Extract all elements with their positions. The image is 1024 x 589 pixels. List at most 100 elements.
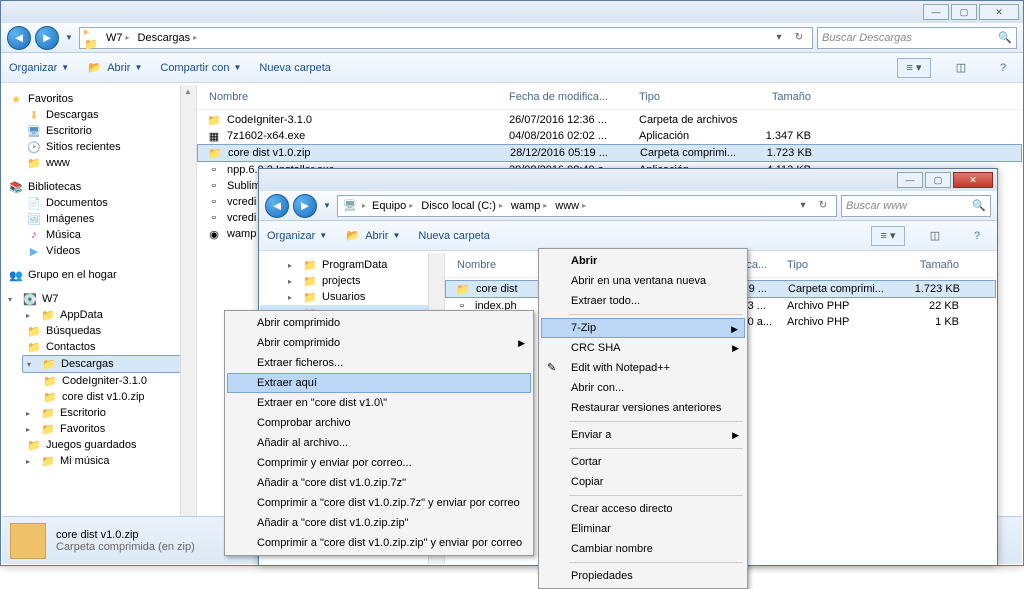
maximize-button[interactable]: ▢ bbox=[951, 4, 977, 20]
open-button[interactable]: 📂Abrir ▼ bbox=[87, 61, 142, 75]
menu-item[interactable]: Extraer todo... bbox=[541, 291, 745, 311]
sidebar-homegroup[interactable]: 👥Grupo en el hogar bbox=[2, 267, 196, 283]
menu-item[interactable]: Abrir bbox=[541, 251, 745, 271]
nav-history-dropdown[interactable]: ▼ bbox=[321, 194, 333, 218]
close-button[interactable]: ✕ bbox=[979, 4, 1019, 20]
col-size[interactable]: Tamaño bbox=[903, 257, 963, 273]
nav-back-button[interactable]: ◄ bbox=[7, 26, 31, 50]
menu-item[interactable]: Comprimir a "core dist v1.0.zip.7z" y en… bbox=[227, 493, 531, 513]
menu-item[interactable]: Añadir al archivo... bbox=[227, 433, 531, 453]
breadcrumb[interactable]: Disco local (C:)▸ bbox=[419, 200, 505, 212]
menu-item[interactable]: Comprobar archivo bbox=[227, 413, 531, 433]
breadcrumb[interactable]: Descargas▸ bbox=[136, 32, 200, 44]
col-date[interactable]: Fecha de modifica... bbox=[505, 89, 635, 105]
menu-item[interactable]: Extraer aquí bbox=[227, 373, 531, 393]
minimize-button[interactable]: — bbox=[897, 172, 923, 188]
sidebar-item[interactable]: 📁CodeIgniter-3.1.0 bbox=[2, 373, 196, 389]
scrollbar[interactable] bbox=[180, 85, 196, 540]
refresh-button[interactable]: ↻ bbox=[790, 29, 808, 47]
sidebar-item-descargas[interactable]: ▾📁Descargas bbox=[22, 355, 192, 373]
refresh-button[interactable]: ↻ bbox=[814, 197, 832, 215]
menu-item[interactable]: Añadir a "core dist v1.0.zip.zip" bbox=[227, 513, 531, 533]
view-button[interactable]: ≡ ▾ bbox=[871, 226, 905, 246]
organize-button[interactable]: Organizar ▼ bbox=[267, 230, 327, 242]
sidebar-item[interactable]: ▸📁Favoritos bbox=[2, 421, 196, 437]
menu-item[interactable]: Extraer en "core dist v1.0\" bbox=[227, 393, 531, 413]
menu-item[interactable]: Eliminar bbox=[541, 519, 745, 539]
sidebar-favorites[interactable]: ★Favoritos bbox=[2, 91, 196, 107]
address-bar[interactable]: 🖥▸ Equipo▸ Disco local (C:)▸ wamp▸ www▸ … bbox=[337, 195, 837, 217]
menu-item[interactable]: Abrir comprimido bbox=[227, 313, 531, 333]
menu-item[interactable]: Restaurar versiones anteriores bbox=[541, 398, 745, 418]
share-button[interactable]: Compartir con ▼ bbox=[160, 62, 241, 74]
close-button[interactable]: ✕ bbox=[953, 172, 993, 188]
sidebar-item[interactable]: 📁core dist v1.0.zip bbox=[2, 389, 196, 405]
sidebar-item[interactable]: ▸📁Mi música bbox=[2, 453, 196, 469]
menu-item[interactable]: Enviar a▶ bbox=[541, 425, 745, 445]
new-folder-button[interactable]: Nueva carpeta bbox=[418, 230, 490, 242]
address-bar[interactable]: ▸📁 W7▸ Descargas▸ ▾ ↻ bbox=[79, 27, 813, 49]
sidebar-item[interactable]: 🕑Sitios recientes bbox=[2, 139, 196, 155]
menu-item[interactable]: Añadir a "core dist v1.0.zip.7z" bbox=[227, 473, 531, 493]
sidebar-item[interactable]: ▶Vídeos bbox=[2, 243, 196, 259]
address-dropdown[interactable]: ▾ bbox=[794, 197, 812, 215]
nav-back-button[interactable]: ◄ bbox=[265, 194, 289, 218]
sidebar-item[interactable]: ♪Música bbox=[2, 227, 196, 243]
nav-history-dropdown[interactable]: ▼ bbox=[63, 26, 75, 50]
menu-item[interactable]: Propiedades bbox=[541, 566, 745, 586]
breadcrumb[interactable]: Equipo▸ bbox=[370, 200, 415, 212]
menu-item[interactable]: Cambiar nombre bbox=[541, 539, 745, 559]
menu-item[interactable]: Abrir en una ventana nueva bbox=[541, 271, 745, 291]
maximize-button[interactable]: ▢ bbox=[925, 172, 951, 188]
sidebar-drive[interactable]: ▾💽W7 bbox=[2, 291, 196, 307]
tree-item[interactable]: ▸📁Usuarios bbox=[260, 289, 444, 305]
menu-item[interactable]: Extraer ficheros... bbox=[227, 353, 531, 373]
help-button[interactable]: ? bbox=[991, 58, 1015, 78]
sidebar-item[interactable]: 📄Documentos bbox=[2, 195, 196, 211]
col-size[interactable]: Tamaño bbox=[745, 89, 815, 105]
search-input[interactable]: Buscar www 🔍 bbox=[841, 195, 991, 217]
file-row[interactable]: 📁 core dist v1.0.zip 28/12/2016 05:19 ..… bbox=[197, 144, 1022, 162]
menu-item[interactable]: Crear acceso directo bbox=[541, 499, 745, 519]
help-button[interactable]: ? bbox=[965, 226, 989, 246]
sidebar-item[interactable]: 🖼Imágenes bbox=[2, 211, 196, 227]
menu-item[interactable]: CRC SHA▶ bbox=[541, 338, 745, 358]
sidebar-item[interactable]: 📁Contactos bbox=[2, 339, 196, 355]
search-input[interactable]: Buscar Descargas 🔍 bbox=[817, 27, 1017, 49]
address-dropdown[interactable]: ▾ bbox=[770, 29, 788, 47]
menu-item[interactable]: ✎Edit with Notepad++ bbox=[541, 358, 745, 378]
preview-pane-button[interactable]: ◫ bbox=[923, 226, 947, 246]
view-button[interactable]: ≡ ▾ bbox=[897, 58, 931, 78]
menu-item[interactable]: Comprimir y enviar por correo... bbox=[227, 453, 531, 473]
menu-item[interactable]: Comprimir a "core dist v1.0.zip.zip" y e… bbox=[227, 533, 531, 553]
nav-forward-button[interactable]: ► bbox=[293, 194, 317, 218]
minimize-button[interactable]: — bbox=[923, 4, 949, 20]
menu-item[interactable]: 7-Zip▶ bbox=[541, 318, 745, 338]
tree-item[interactable]: ▸📁projects bbox=[260, 273, 444, 289]
sidebar-item[interactable]: 📁Búsquedas bbox=[2, 323, 196, 339]
sidebar-libraries[interactable]: 📚Bibliotecas bbox=[2, 179, 196, 195]
new-folder-button[interactable]: Nueva carpeta bbox=[259, 62, 331, 74]
menu-item[interactable]: Copiar bbox=[541, 472, 745, 492]
preview-pane-button[interactable]: ◫ bbox=[949, 58, 973, 78]
tree-item[interactable]: ▸📁ProgramData bbox=[260, 257, 444, 273]
sidebar-item[interactable]: ▸📁Escritorio bbox=[2, 405, 196, 421]
sidebar-item[interactable]: 📁Juegos guardados bbox=[2, 437, 196, 453]
column-headers[interactable]: Nombre Fecha de modifica... Tipo Tamaño bbox=[197, 85, 1022, 110]
file-row[interactable]: 📁 CodeIgniter-3.1.0 26/07/2016 12:36 ...… bbox=[197, 112, 1022, 128]
breadcrumb[interactable]: www▸ bbox=[553, 200, 588, 212]
col-name[interactable]: Nombre bbox=[205, 89, 505, 105]
open-button[interactable]: 📂Abrir ▼ bbox=[345, 229, 400, 243]
menu-item[interactable]: Abrir comprimido▶ bbox=[227, 333, 531, 353]
file-row[interactable]: ▦ 7z1602-x64.exe 04/08/2016 02:02 ... Ap… bbox=[197, 128, 1022, 144]
organize-button[interactable]: Organizar ▼ bbox=[9, 62, 69, 74]
sidebar-item[interactable]: 🖥Escritorio bbox=[2, 123, 196, 139]
col-type[interactable]: Tipo bbox=[783, 257, 903, 273]
menu-item[interactable]: Cortar bbox=[541, 452, 745, 472]
menu-item[interactable]: Abrir con... bbox=[541, 378, 745, 398]
breadcrumb[interactable]: W7▸ bbox=[104, 32, 132, 44]
sidebar-item[interactable]: 📁www bbox=[2, 155, 196, 171]
col-type[interactable]: Tipo bbox=[635, 89, 745, 105]
breadcrumb[interactable]: wamp▸ bbox=[509, 200, 549, 212]
sidebar-item[interactable]: ⬇Descargas bbox=[2, 107, 196, 123]
